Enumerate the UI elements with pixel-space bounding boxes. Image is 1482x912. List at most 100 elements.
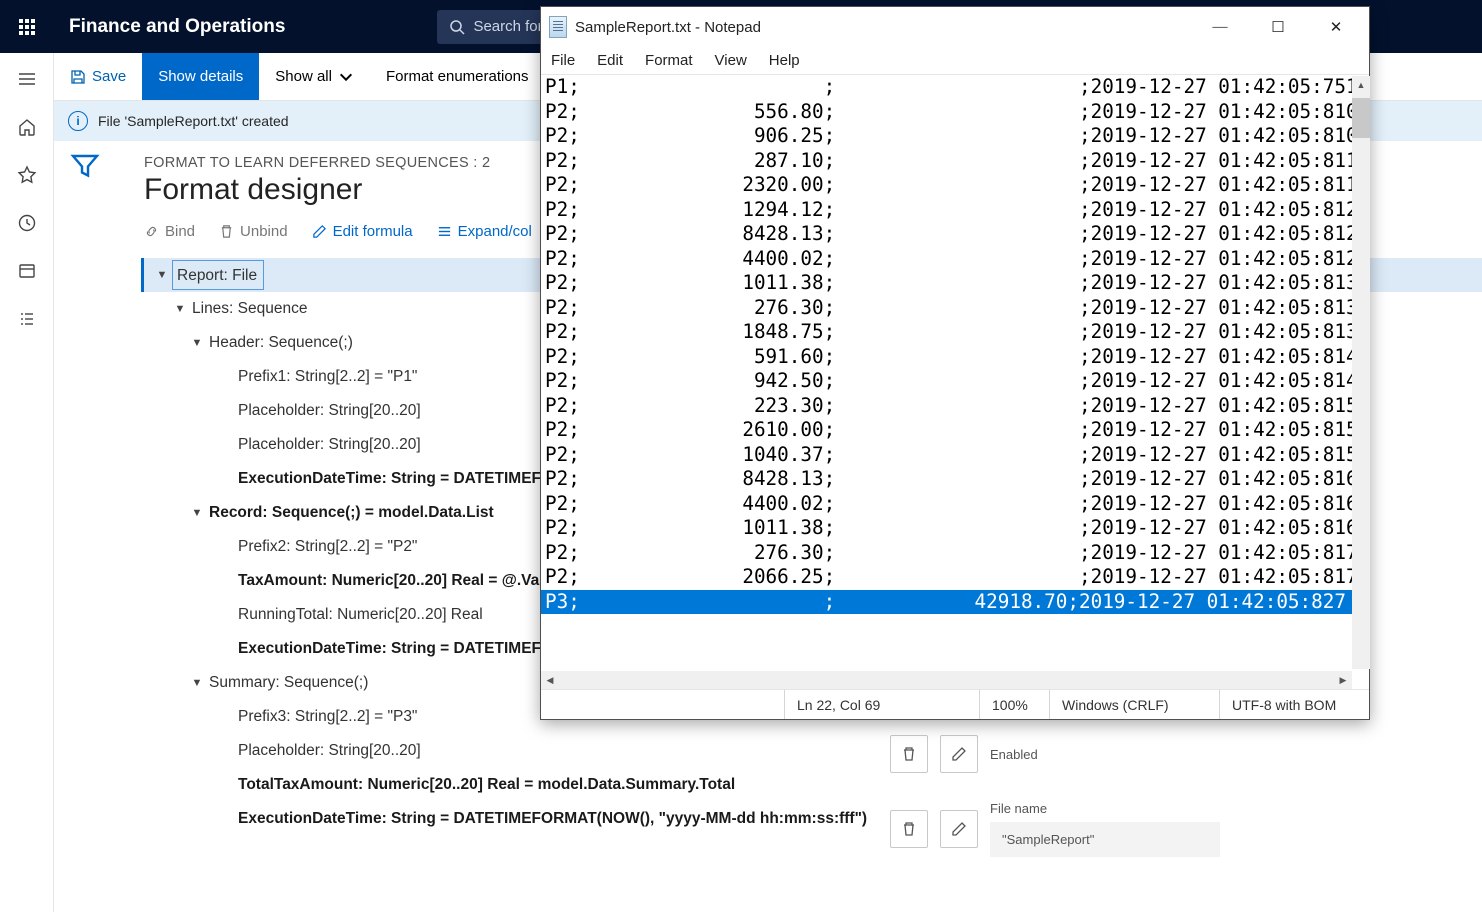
- home-icon[interactable]: [17, 117, 37, 137]
- bind-label: Bind: [165, 223, 195, 240]
- text-line: P2; 906.25; ;2019-12-27 01:42:05:810: [541, 124, 1369, 149]
- text-line: P2; 556.80; ;2019-12-27 01:42:05:810: [541, 100, 1369, 125]
- app-name: Finance and Operations: [69, 16, 285, 38]
- notepad-title: SampleReport.txt - Notepad: [575, 19, 1191, 36]
- tree-node-label: Placeholder: String[20..20]: [234, 436, 421, 454]
- app-launcher-button[interactable]: [0, 0, 53, 53]
- tree-node-label: ExecutionDateTime: String = DATETIMEFOR: [234, 640, 564, 658]
- tree-twisty-icon[interactable]: ▼: [189, 677, 205, 689]
- text-line: P2; 2320.00; ;2019-12-27 01:42:05:811: [541, 173, 1369, 198]
- menu-view[interactable]: View: [715, 52, 747, 69]
- menu-file[interactable]: File: [551, 52, 575, 69]
- unbind-label: Unbind: [240, 223, 288, 240]
- tree-node-label: Placeholder: String[20..20]: [234, 742, 421, 760]
- tree-node-label: Prefix3: String[2..2] = "P3": [234, 708, 417, 726]
- tree-node-label: TotalTaxAmount: Numeric[20..20] Real = m…: [234, 776, 735, 794]
- text-line: P2; 8428.13; ;2019-12-27 01:42:05:812: [541, 222, 1369, 247]
- text-line: P2; 276.30; ;2019-12-27 01:42:05:813: [541, 296, 1369, 321]
- tree-twisty-icon[interactable]: ▼: [172, 303, 188, 315]
- horizontal-scrollbar[interactable]: ◀▶: [541, 671, 1352, 689]
- format-enumerations-button[interactable]: Format enumerations: [370, 53, 545, 100]
- tree-node-label: Record: Sequence(;) = model.Data.List: [205, 504, 494, 522]
- text-line: P2; 1848.75; ;2019-12-27 01:42:05:813: [541, 320, 1369, 345]
- vertical-scrollbar[interactable]: ▲: [1352, 76, 1370, 669]
- save-label: Save: [92, 68, 126, 85]
- save-button[interactable]: Save: [54, 53, 142, 100]
- text-line: P2; 4400.02; ;2019-12-27 01:42:05:812: [541, 247, 1369, 272]
- edit-formula-button[interactable]: Edit formula: [312, 223, 413, 240]
- show-all-button[interactable]: Show all: [259, 53, 370, 100]
- favorites-icon[interactable]: [17, 165, 37, 185]
- text-line: P1; ; ;2019-12-27 01:42:05:751: [541, 75, 1369, 100]
- link-icon: [144, 224, 159, 239]
- menu-format[interactable]: Format: [645, 52, 693, 69]
- status-eol: Windows (CRLF): [1062, 697, 1169, 713]
- trash-icon: [901, 746, 917, 762]
- text-line: P2; 1040.37; ;2019-12-27 01:42:05:815: [541, 443, 1369, 468]
- list-icon: [437, 224, 452, 239]
- expand-label: Expand/col: [458, 223, 532, 240]
- status-encoding: UTF-8 with BOM: [1232, 697, 1336, 713]
- edit-label: Edit formula: [333, 223, 413, 240]
- edit-enabled-button[interactable]: [940, 735, 978, 773]
- expand-collapse-button[interactable]: Expand/col: [437, 223, 532, 240]
- format-enum-label: Format enumerations: [386, 68, 529, 85]
- recent-icon[interactable]: [17, 213, 37, 233]
- notepad-window[interactable]: SampleReport.txt - Notepad — ☐ ✕ File Edi…: [540, 6, 1370, 720]
- nav-hamburger-icon[interactable]: [17, 69, 37, 89]
- pencil-icon: [951, 746, 967, 762]
- close-button[interactable]: ✕: [1307, 9, 1365, 45]
- search-icon: [449, 19, 465, 35]
- text-line: P2; 4400.02; ;2019-12-27 01:42:05:816: [541, 492, 1369, 517]
- tree-twisty-icon[interactable]: ▼: [189, 507, 205, 519]
- text-line: P2; 591.60; ;2019-12-27 01:42:05:814: [541, 345, 1369, 370]
- delete-filename-button[interactable]: [890, 810, 928, 848]
- delete-enabled-button[interactable]: [890, 735, 928, 773]
- tree-node-label: ExecutionDateTime: String = DATETIMEFOR: [234, 470, 564, 488]
- bind-button[interactable]: Bind: [144, 223, 195, 240]
- trash-icon: [219, 224, 234, 239]
- info-icon: i: [68, 111, 88, 131]
- tree-node-label: Summary: Sequence(;): [205, 674, 368, 692]
- show-details-button[interactable]: Show details: [142, 53, 259, 100]
- text-line: P2; 287.10; ;2019-12-27 01:42:05:811: [541, 149, 1369, 174]
- notepad-menu-bar: File Edit Format View Help: [541, 47, 1369, 75]
- filename-label: File name: [990, 801, 1220, 816]
- tree-node-label: TaxAmount: Numeric[20..20] Real = @.Valu…: [234, 572, 562, 590]
- pencil-icon: [312, 224, 327, 239]
- tree-node-label: Header: Sequence(;): [205, 334, 353, 352]
- text-line: P2; 2066.25; ;2019-12-27 01:42:05:817: [541, 565, 1369, 590]
- menu-edit[interactable]: Edit: [597, 52, 623, 69]
- show-details-label: Show details: [158, 68, 243, 85]
- notepad-status-bar: Ln 22, Col 69 100% Windows (CRLF) UTF-8 …: [541, 689, 1369, 719]
- tree-twisty-icon[interactable]: ▼: [154, 269, 170, 281]
- tree-node-label: Lines: Sequence: [188, 300, 307, 318]
- text-line: P2; 1011.38; ;2019-12-27 01:42:05:816: [541, 516, 1369, 541]
- minimize-button[interactable]: —: [1191, 9, 1249, 45]
- save-icon: [70, 69, 86, 85]
- notepad-text-area[interactable]: P1; ; ;2019-12-27 01:42:05:751P2; 556.80…: [541, 75, 1369, 689]
- show-all-label: Show all: [275, 68, 332, 85]
- tree-twisty-icon[interactable]: ▼: [189, 337, 205, 349]
- text-line: P3; ; 42918.70;2019-12-27 01:42:05:827: [541, 590, 1369, 615]
- status-zoom: 100%: [992, 697, 1028, 713]
- chevron-down-icon: [338, 69, 354, 85]
- modules-icon[interactable]: [17, 309, 37, 329]
- tree-node-label: ExecutionDateTime: String = DATETIMEFORM…: [234, 810, 867, 828]
- enabled-label: Enabled: [990, 747, 1070, 762]
- tree-node-label: Prefix1: String[2..2] = "P1": [234, 368, 417, 386]
- text-line: P2; 276.30; ;2019-12-27 01:42:05:817: [541, 541, 1369, 566]
- trash-icon: [901, 821, 917, 837]
- filename-value[interactable]: "SampleReport": [990, 822, 1220, 857]
- edit-filename-button[interactable]: [940, 810, 978, 848]
- info-text: File 'SampleReport.txt' created: [98, 113, 289, 129]
- maximize-button[interactable]: ☐: [1249, 9, 1307, 45]
- left-rail: [0, 53, 54, 912]
- tree-node-label: Prefix2: String[2..2] = "P2": [234, 538, 417, 556]
- workspaces-icon[interactable]: [17, 261, 37, 281]
- text-line: P2; 8428.13; ;2019-12-27 01:42:05:816: [541, 467, 1369, 492]
- menu-help[interactable]: Help: [769, 52, 800, 69]
- tree-node-label: RunningTotal: Numeric[20..20] Real: [234, 606, 483, 624]
- text-line: P2; 1294.12; ;2019-12-27 01:42:05:812: [541, 198, 1369, 223]
- unbind-button[interactable]: Unbind: [219, 223, 288, 240]
